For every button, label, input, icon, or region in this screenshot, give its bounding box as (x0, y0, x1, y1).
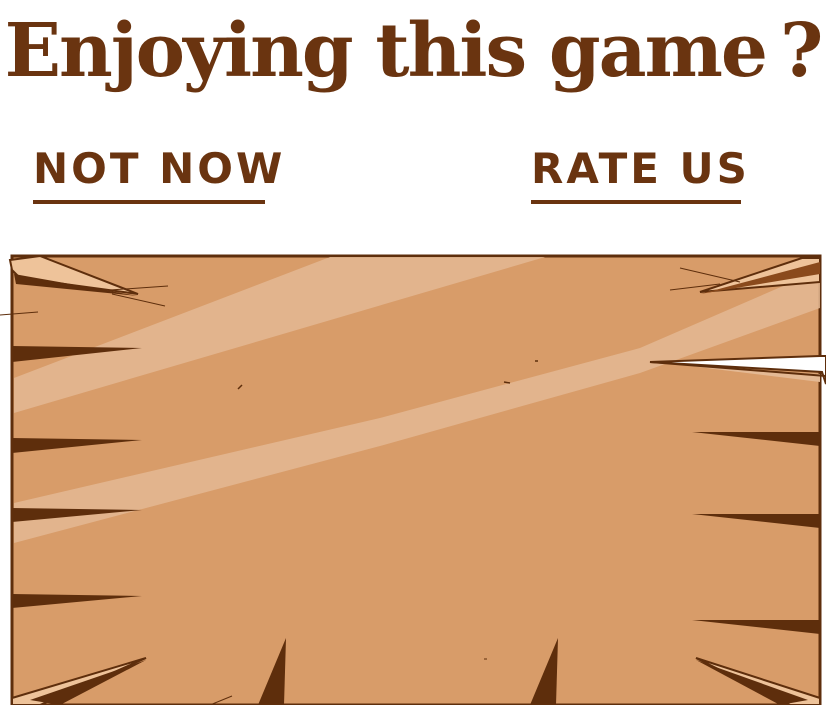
not-now-button[interactable]: NOT NOW (33, 144, 282, 204)
dialog-title-text: Enjoying this game (4, 8, 768, 94)
wooden-board-panel (0, 254, 826, 705)
dialog-title-question-mark: ? (779, 8, 823, 94)
dialog-title: Enjoying this game? (0, 6, 826, 96)
rate-us-button[interactable]: RATE US (531, 144, 747, 204)
